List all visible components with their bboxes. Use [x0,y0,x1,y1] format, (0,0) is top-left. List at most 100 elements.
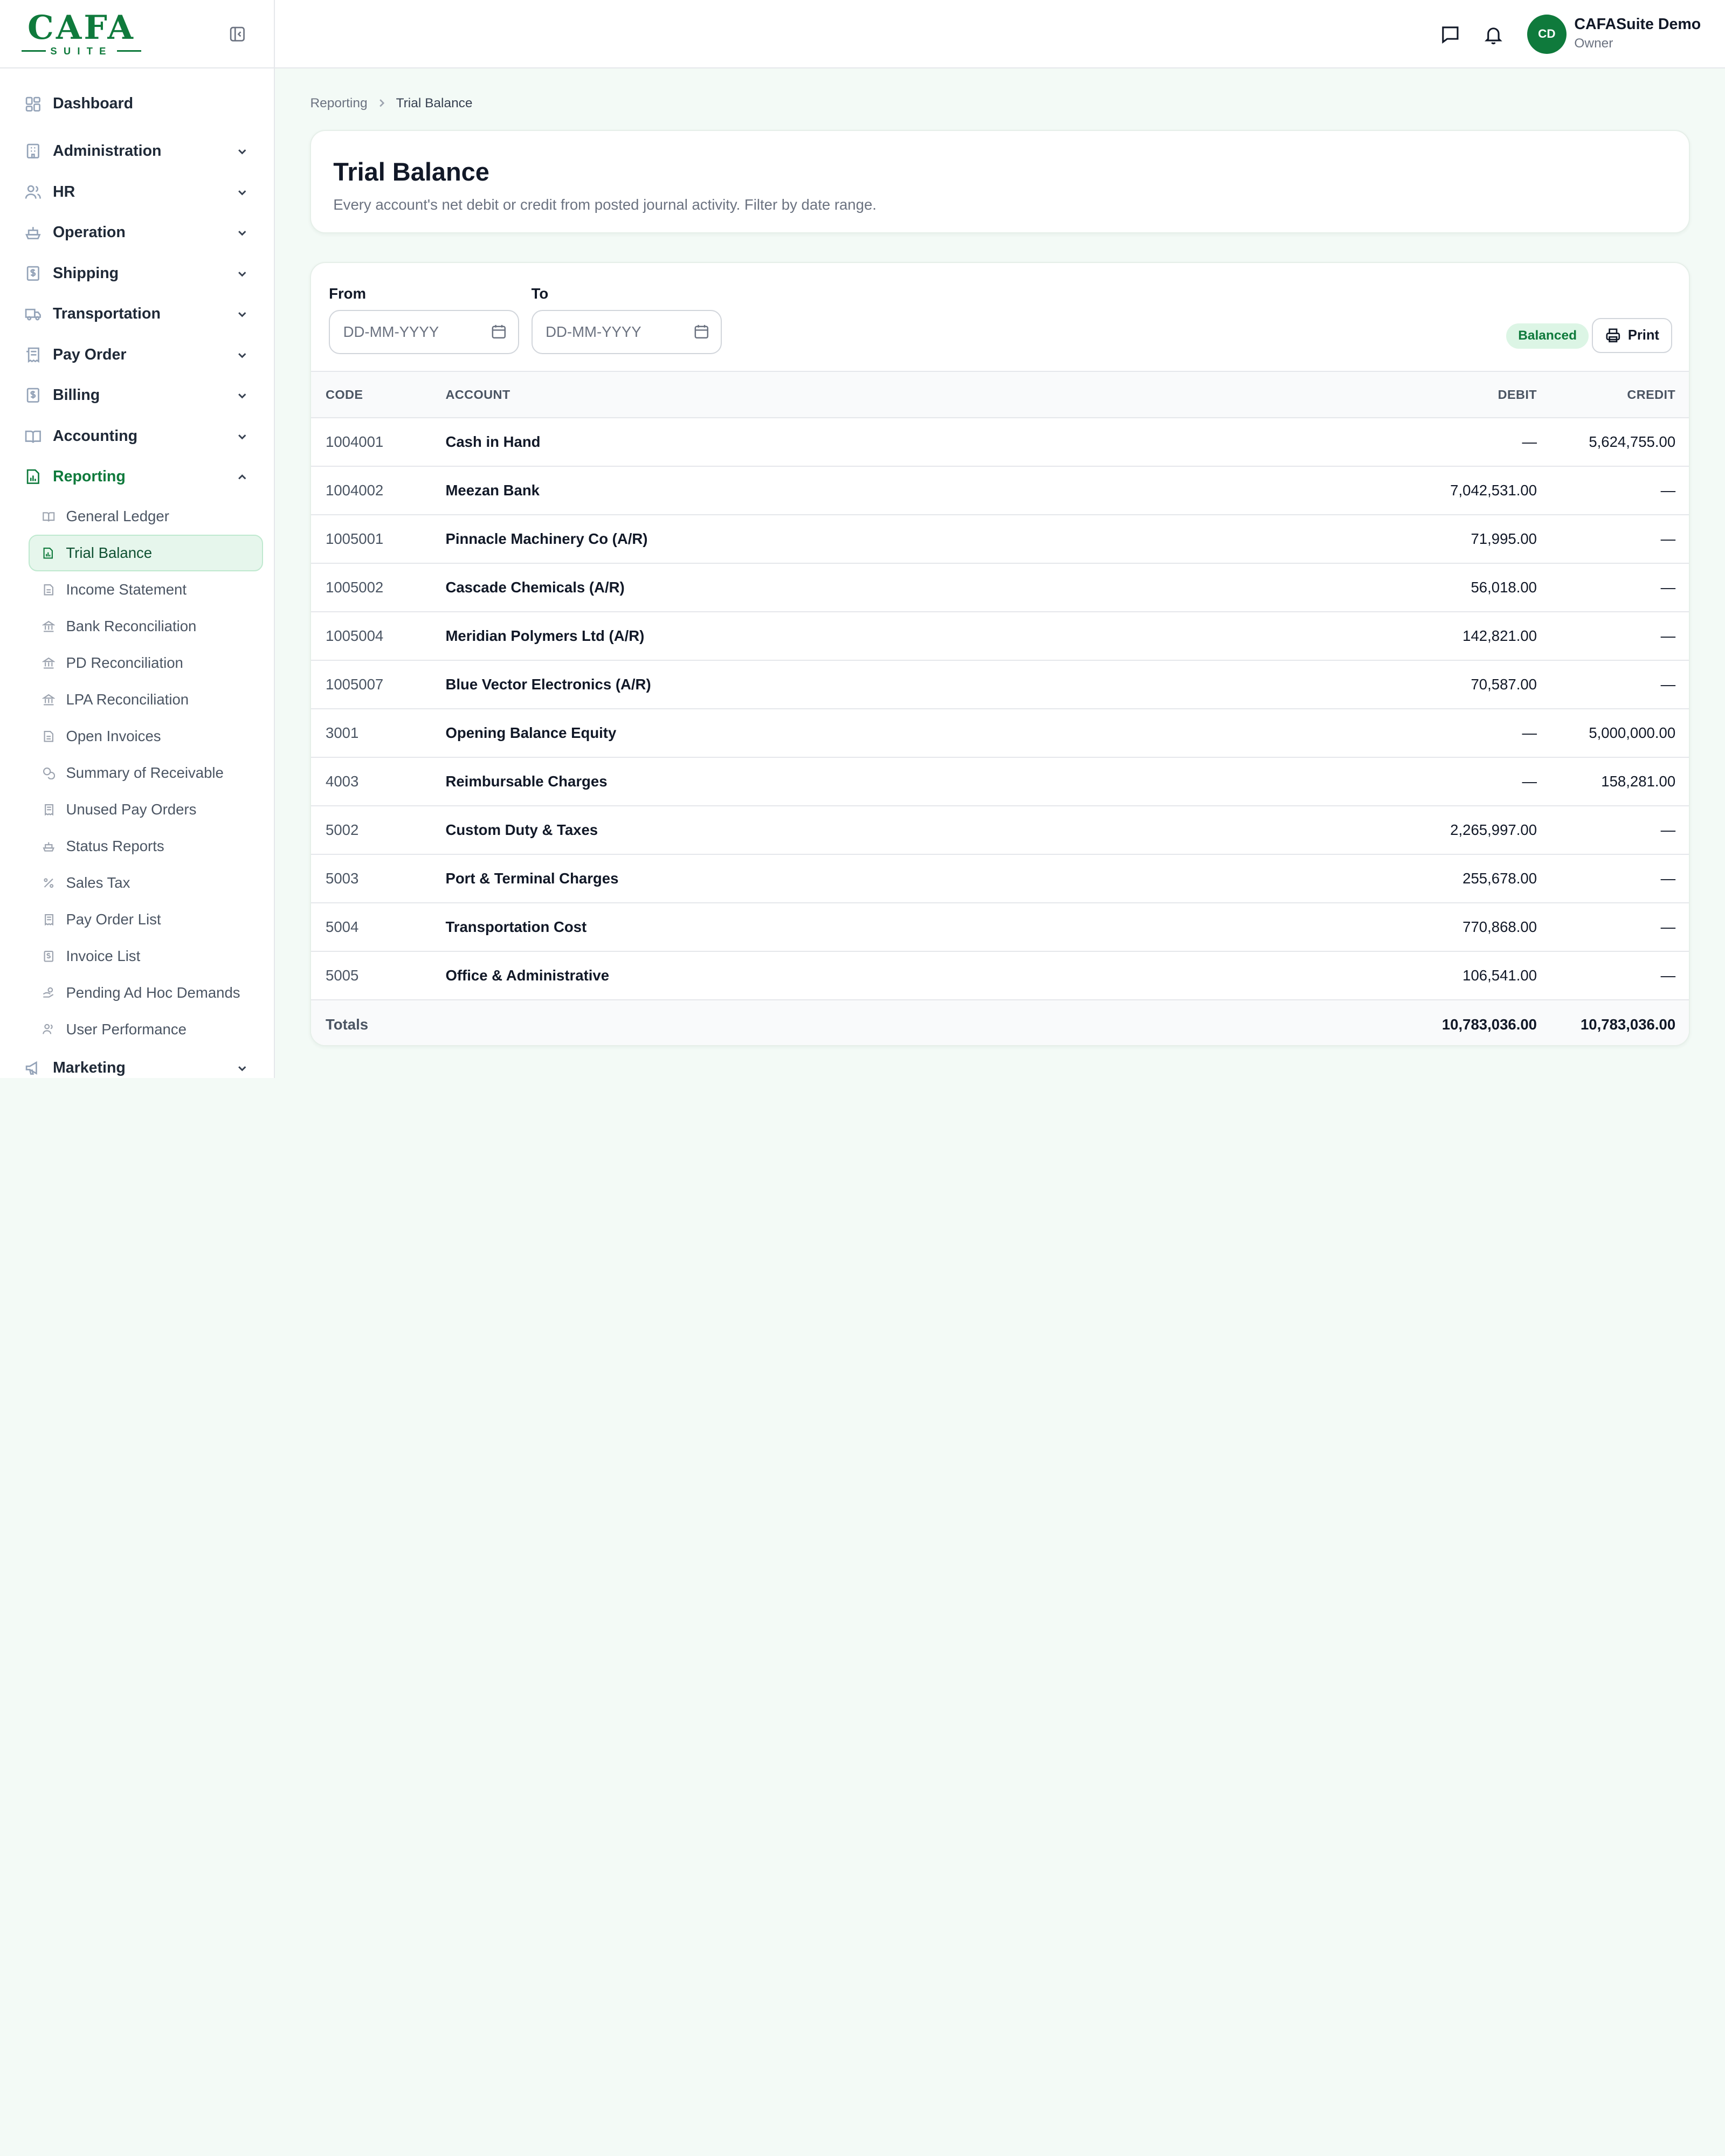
sidebar-item-label: HR [52,183,75,201]
sidebar-item-label: Open Invoices [66,728,161,745]
sidebar-item-administration[interactable]: Administration [0,131,274,172]
cafa-suite-logo[interactable]: CAFA SUITE [22,10,141,57]
hand-coins-icon [42,986,55,999]
sidebar-item-general-ledger[interactable]: General Ledger [0,498,263,535]
sidebar-item-lpa-reconciliation[interactable]: LPA Reconciliation [0,681,263,718]
cell-account: Blue Vector Electronics (A/R) [445,676,651,693]
sidebar-item-unused-pay-orders[interactable]: Unused Pay Orders [0,791,263,828]
table-row[interactable]: 5005 Office & Administrative 106,541.00 — [311,951,1689,1000]
cell-debit: 71,995.00 [1471,530,1537,548]
sidebar-item-label: Operation [52,224,126,241]
sidebar-collapse-icon[interactable] [229,25,246,43]
sidebar-item-dashboard[interactable]: Dashboard [0,84,274,125]
sidebar-item-label: LPA Reconciliation [66,691,189,708]
sidebar-item-bank-reconciliation[interactable]: Bank Reconciliation [0,608,263,645]
cell-code: 5005 [326,967,359,984]
chevron-down-icon [238,149,246,155]
table-row[interactable]: 5002 Custom Duty & Taxes 2,265,997.00 — [311,806,1689,855]
cell-credit: — [1660,676,1676,693]
receipt-icon [42,913,55,926]
sidebar-item-trial-balance[interactable]: Trial Balance [29,535,263,572]
table-row[interactable]: 1005002 Cascade Chemicals (A/R) 56,018.00 — [311,563,1689,612]
sidebar-item-income-statement[interactable]: Income Statement [0,571,263,608]
table-row[interactable]: 1004002 Meezan Bank 7,042,531.00 — [311,466,1689,515]
sidebar-item-billing[interactable]: Billing [0,375,274,416]
sidebar-item-invoice-list[interactable]: Invoice List [0,938,263,975]
sidebar-item-pay-order[interactable]: Pay Order [0,334,274,375]
column-header-debit[interactable]: DEBIT [1393,371,1537,419]
table-row[interactable]: 1005007 Blue Vector Electronics (A/R) 70,5… [311,660,1689,709]
from-date-input[interactable]: DD-MM-YYYY [329,310,520,355]
chevron-down-icon [238,271,246,277]
chevron-down-icon [238,434,246,440]
cell-account: Custom Duty & Taxes [445,821,598,839]
cell-account: Port & Terminal Charges [445,870,619,887]
from-label: From [329,285,366,302]
table-row[interactable]: 1004001 Cash in Hand — 5,624,755.00 [311,418,1689,467]
cell-account: Pinnacle Machinery Co (A/R) [445,530,648,548]
cell-credit: — [1660,870,1676,887]
sidebar-item-label: Sales Tax [66,874,130,891]
cell-debit: 2,265,997.00 [1450,821,1537,839]
file-icon [42,730,55,743]
logo-wordmark: CAFA [27,8,135,47]
cell-code: 1004001 [326,433,384,451]
sidebar-item-label: Marketing [52,1059,126,1076]
print-button[interactable]: Print [1591,317,1672,354]
cell-debit: 106,541.00 [1462,967,1537,984]
column-header-account[interactable]: ACCOUNT [445,371,1394,419]
breadcrumb: Reporting Trial Balance [310,96,472,111]
table-row[interactable]: 5004 Transportation Cost 770,868.00 — [311,903,1689,952]
users-icon [42,1022,55,1035]
user-avatar[interactable]: CD [1527,14,1567,54]
chevron-down-icon [238,312,246,317]
calendar-icon[interactable] [491,323,507,340]
table-row[interactable]: 3001 Opening Balance Equity — 5,000,000.00 [311,709,1689,758]
cell-code: 5002 [326,821,359,839]
chevron-right-icon [380,99,385,107]
table-row[interactable]: 1005004 Meridian Polymers Ltd (A/R) 142,82… [311,612,1689,661]
sidebar-item-hr[interactable]: HR [0,171,274,212]
sidebar-item-transportation[interactable]: Transportation [0,294,274,335]
calendar-icon[interactable] [693,323,710,340]
sidebar-item-label: Billing [52,386,100,404]
sidebar-item-label: General Ledger [66,508,169,525]
sidebar-item-label: Pending Ad Hoc Demands [66,984,240,1001]
cell-debit: 255,678.00 [1462,870,1537,887]
to-date-input[interactable]: DD-MM-YYYY [531,310,722,355]
messages-icon[interactable] [1440,24,1461,45]
column-header-code[interactable]: CODE [311,371,446,419]
cell-code: 5004 [326,918,359,936]
table-row[interactable]: 5003 Port & Terminal Charges 255,678.00 — [311,854,1689,903]
sidebar-item-user-performance[interactable]: User Performance [0,1011,263,1048]
chevron-down-icon [238,393,246,399]
totals-debit: 10,783,036.00 [1441,1015,1537,1033]
sidebar-item-sales-tax[interactable]: Sales Tax [0,865,263,901]
sidebar-item-operation[interactable]: Operation [0,212,274,253]
sidebar-item-marketing[interactable]: Marketing [0,1048,274,1078]
sidebar-item-pd-reconciliation[interactable]: PD Reconciliation [0,645,263,681]
table-row[interactable]: 4003 Reimbursable Charges — 158,281.00 [311,757,1689,806]
table-row[interactable]: 1005001 Pinnacle Machinery Co (A/R) 71,995… [311,515,1689,564]
sidebar-item-status-reports[interactable]: Status Reports [0,828,263,865]
table-header-row: CODE ACCOUNT DEBIT CREDIT [311,371,1689,419]
user-name[interactable]: CAFASuite Demo [1574,16,1701,33]
sidebar-item-shipping[interactable]: Shipping [0,253,274,294]
sidebar-item-open-invoices[interactable]: Open Invoices [0,718,263,755]
sidebar-item-label: Transportation [52,305,161,323]
sidebar-item-summary-of-receivable[interactable]: Summary of Receivable [0,755,263,791]
sidebar-item-reporting[interactable]: Reporting [0,457,274,497]
sidebar-item-pending-ad-hoc-demands[interactable]: Pending Ad Hoc Demands [0,975,263,1011]
column-header-credit[interactable]: CREDIT [1537,371,1689,419]
book-icon [42,510,55,523]
sidebar-item-label: Dashboard [52,95,134,113]
breadcrumb-parent[interactable]: Reporting [310,96,367,111]
notifications-bell-icon[interactable] [1483,24,1504,45]
cell-credit: — [1660,627,1676,645]
dollar-file-icon [24,265,42,282]
brand-header: CAFA SUITE [0,0,274,68]
sidebar-item-pay-order-list[interactable]: Pay Order List [0,901,263,938]
cell-code: 1005001 [326,530,384,548]
sidebar-item-accounting[interactable]: Accounting [0,416,274,457]
cell-credit: 158,281.00 [1601,773,1676,790]
